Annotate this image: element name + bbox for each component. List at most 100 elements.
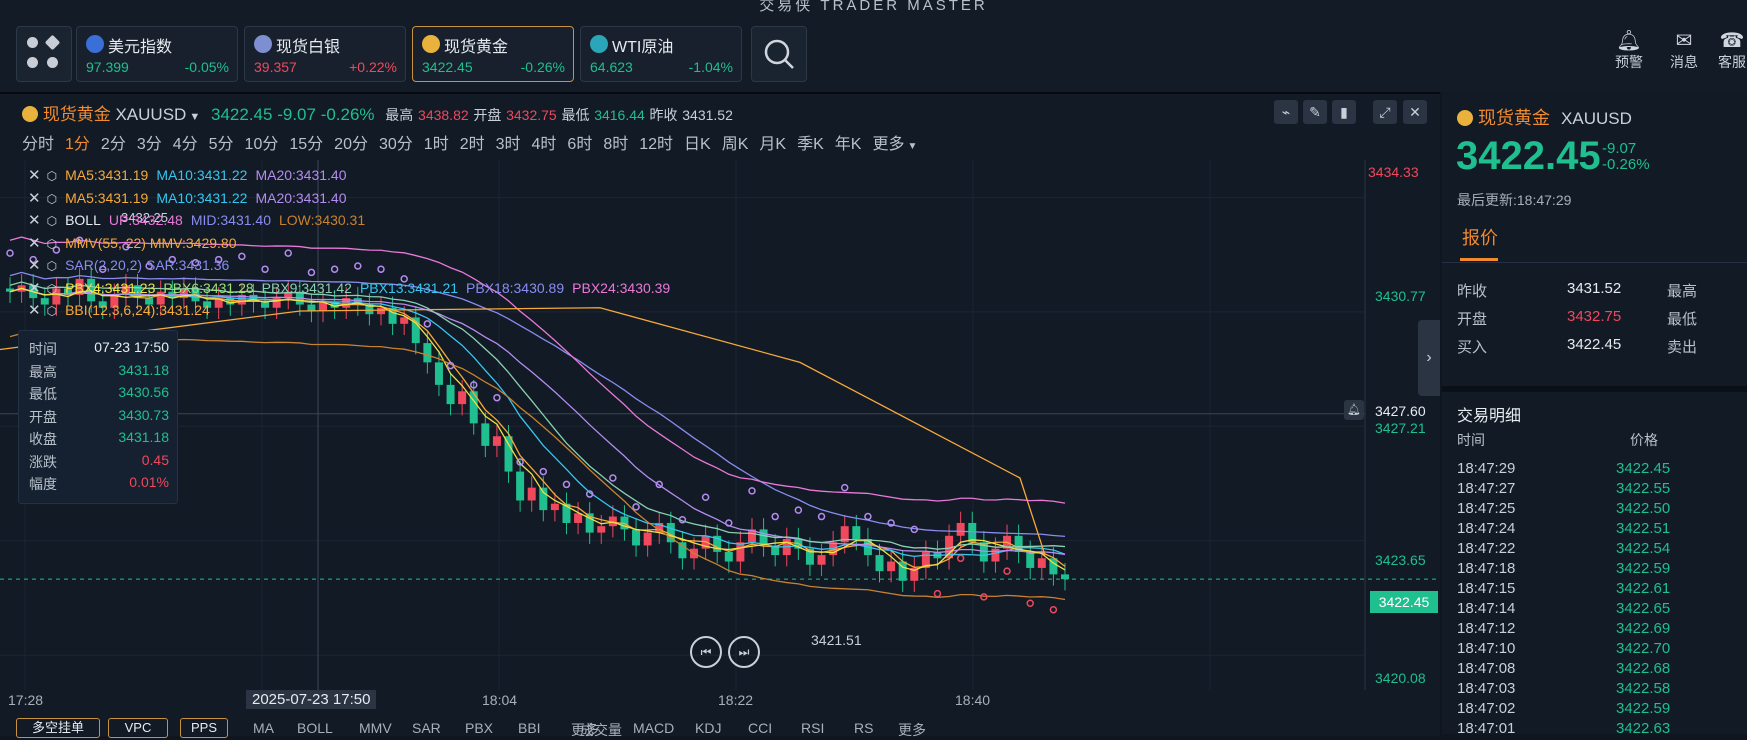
settings-icon[interactable]: ⬡ (47, 214, 57, 228)
tab-quote[interactable]: 报价 (1462, 224, 1498, 250)
candle (875, 555, 884, 572)
line-tool-icon[interactable]: ⌁ (1274, 100, 1298, 124)
message-label: 消息 (1670, 54, 1698, 70)
chevron-down-icon[interactable]: ▼ (186, 111, 200, 123)
timeframe-12[interactable]: 3时 (496, 136, 521, 153)
alarm-bell-icon[interactable]: 🔔︎ (1344, 400, 1364, 420)
support-button[interactable]: ☎ 客服 (1712, 30, 1747, 72)
sar-dot (817, 512, 826, 521)
indicator-row: ✕ ⬡ PBX4:3431.23 PBX6:3431.28 PBX9:3431.42 PB… (28, 279, 678, 297)
chart-change: -9.07 (277, 105, 316, 124)
quote-key: 最低 (1667, 311, 1698, 328)
ticker-card[interactable]: 美元指数 97.399 -0.05% (76, 26, 238, 82)
settings-icon[interactable]: ⬡ (47, 282, 57, 296)
collapse-panel-button[interactable]: › (1418, 320, 1440, 396)
apps-grid-button[interactable] (16, 26, 72, 82)
timeframe-21[interactable]: 年K (835, 136, 862, 153)
high-value: 3438.82 (418, 107, 469, 123)
candle-tool-icon[interactable]: ▮ (1332, 100, 1356, 124)
expand-icon[interactable]: ⤢ (1373, 100, 1397, 124)
close-icon[interactable]: ✕ (28, 302, 41, 319)
trade-time: 18:47:10 (1457, 640, 1516, 657)
sar-dot (864, 512, 872, 521)
timeframe-14[interactable]: 6时 (567, 136, 592, 153)
sar-dot (609, 474, 617, 482)
message-button[interactable]: ✉ 消息 (1659, 30, 1709, 72)
settings-icon[interactable]: ⬡ (47, 304, 57, 318)
indicator-value: MMV(55, 22) MMV:3429.80 (65, 234, 237, 251)
settings-icon[interactable]: ⬡ (47, 259, 57, 273)
trade-time: 18:47:08 (1457, 660, 1516, 677)
ticker-card[interactable]: 现货黄金 3422.45 -0.26% (412, 26, 574, 82)
quote-symbol: XAUUSD (1561, 109, 1632, 128)
search-button[interactable] (751, 26, 807, 82)
timeframe-19[interactable]: 月K (759, 136, 786, 153)
open-value: 3432.75 (506, 107, 557, 123)
timeframe-18[interactable]: 周K (722, 136, 749, 153)
trade-time: 18:47:03 (1457, 680, 1516, 697)
trade-price: 3422.61 (1616, 580, 1671, 597)
price-tick: 3427.21 (1375, 420, 1426, 436)
bottom-button-0[interactable]: 多空挂单 (16, 718, 100, 738)
sub-indicator-tab[interactable]: 更多 (898, 720, 926, 740)
timeframe-17[interactable]: 日K (684, 136, 711, 153)
close-icon[interactable]: ✕ (28, 212, 41, 229)
timeframe-7[interactable]: 15分 (289, 136, 323, 153)
ticker-card[interactable]: 现货白银 39.357 +0.22% (244, 26, 406, 82)
trade-price: 3422.45 (1616, 460, 1671, 477)
timeframe-5[interactable]: 5分 (209, 136, 234, 153)
alert-button[interactable]: 🔔︎ 预警 (1604, 30, 1654, 72)
close-icon[interactable]: ✕ (28, 235, 41, 252)
indicator-value: MA20:3431.40 (255, 189, 347, 206)
settings-icon[interactable]: ⬡ (47, 169, 57, 183)
candle (434, 362, 443, 385)
bottom-button-1[interactable]: VPC (108, 718, 168, 738)
chevron-down-icon[interactable]: ▼ (908, 141, 918, 152)
next-icon[interactable]: ⏭ (728, 636, 760, 668)
timeframe-0[interactable]: 分时 (22, 136, 54, 153)
headset-icon: ☎ (1719, 30, 1745, 52)
bottom-button-2[interactable]: PPS (180, 718, 228, 738)
timeframe-3[interactable]: 3分 (137, 136, 162, 153)
sar-dot (238, 252, 246, 261)
close-icon[interactable]: ✕ (28, 257, 41, 274)
ticker-name: 现货白银 (276, 39, 341, 56)
close-icon[interactable]: ✕ (1403, 100, 1427, 124)
draw-tool-icon[interactable]: ✎ (1303, 100, 1327, 124)
search-icon (764, 39, 794, 69)
ticker-card[interactable]: WTI原油 64.623 -1.04% (580, 26, 742, 82)
close-icon[interactable]: ✕ (28, 280, 41, 297)
quote-value: 3432.75 (1567, 308, 1622, 325)
settings-icon[interactable]: ⬡ (47, 237, 57, 251)
sar-dot (423, 320, 432, 328)
timeframe-16[interactable]: 12时 (639, 136, 673, 153)
trade-time: 18:47:15 (1457, 580, 1516, 597)
chart-symbol[interactable]: XAUUSD (115, 105, 186, 124)
timeframe-22[interactable]: 更多 (872, 136, 904, 153)
prev-value: 3431.52 (682, 107, 733, 123)
timeframe-15[interactable]: 8时 (603, 136, 628, 153)
trade-time: 18:47:14 (1457, 600, 1516, 617)
settings-icon[interactable]: ⬡ (47, 192, 57, 206)
sub-indicator-tab[interactable]: 成交量 (580, 720, 622, 740)
candle (597, 526, 606, 533)
timeframe-13[interactable]: 4时 (532, 136, 557, 153)
timeframe-20[interactable]: 季K (797, 136, 824, 153)
indicator-value: BBI(12,3,6,24):3431.24 (65, 302, 210, 318)
timeframe-6[interactable]: 10分 (245, 136, 279, 153)
timeframe-11[interactable]: 2时 (460, 136, 485, 153)
trade-price: 3422.58 (1616, 680, 1671, 697)
timeframe-1[interactable]: 1分 (65, 136, 90, 153)
close-icon[interactable]: ✕ (28, 190, 41, 207)
close-icon[interactable]: ✕ (28, 167, 41, 184)
high-label: 最高 (385, 107, 414, 123)
alert-label: 预警 (1615, 54, 1643, 70)
ticker-price: 39.357 (254, 59, 297, 75)
timeframe-8[interactable]: 20分 (334, 136, 368, 153)
timeframe-4[interactable]: 4分 (173, 136, 198, 153)
previous-icon[interactable]: ⏮ (690, 636, 722, 668)
timeframe-10[interactable]: 1时 (424, 136, 449, 153)
timeframe-9[interactable]: 30分 (379, 136, 413, 153)
timeframe-2[interactable]: 2分 (101, 136, 126, 153)
ticker-change: -0.05% (184, 59, 229, 75)
